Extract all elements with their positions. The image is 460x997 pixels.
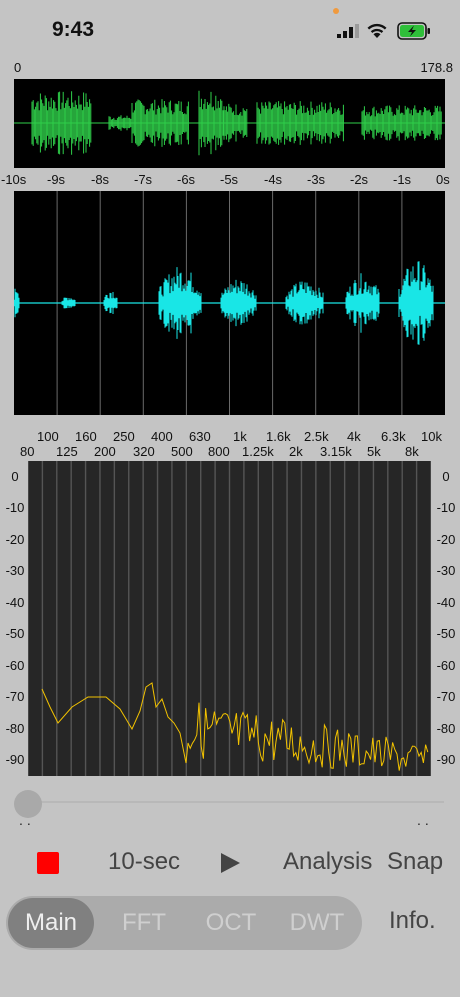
db-tick: -60: [436, 658, 456, 673]
freq-tick: 3.15k: [320, 444, 352, 459]
play-icon[interactable]: [219, 852, 241, 874]
freq-tick: 400: [151, 429, 173, 444]
overview-left-value: 0: [14, 60, 22, 75]
time-tick: -2s: [350, 172, 369, 187]
freq-tick: 1k: [233, 429, 247, 444]
scrub-slider-track[interactable]: [28, 801, 444, 803]
freq-tick: 125: [56, 444, 78, 459]
privacy-indicator: [333, 8, 339, 14]
freq-tick: 1.25k: [242, 444, 274, 459]
freq-tick: 10k: [421, 429, 442, 444]
freq-tick: 6.3k: [381, 429, 406, 444]
time-tick: -6s: [177, 172, 196, 187]
freq-tick: 2k: [289, 444, 303, 459]
tab-dwt[interactable]: DWT: [274, 896, 360, 950]
tab-fft[interactable]: FFT: [101, 896, 187, 950]
freq-tick: 160: [75, 429, 97, 444]
freq-tick: 320: [133, 444, 155, 459]
spectrum-analyzer[interactable]: [28, 461, 431, 776]
db-tick: -40: [5, 595, 25, 610]
db-tick: 0: [11, 469, 19, 484]
analysis-button[interactable]: Analysis: [283, 848, 372, 876]
time-tick: -5s: [220, 172, 239, 187]
duration-button[interactable]: 10-sec: [108, 848, 180, 876]
freq-tick: 200: [94, 444, 116, 459]
freq-tick: 5k: [367, 444, 381, 459]
time-tick: -9s: [47, 172, 66, 187]
db-tick: -60: [5, 658, 25, 673]
status-bar: 9:43: [0, 0, 460, 60]
freq-tick: 1.6k: [266, 429, 291, 444]
waveform-scope[interactable]: [14, 191, 445, 415]
db-tick: -80: [436, 721, 456, 736]
db-tick: -40: [436, 595, 456, 610]
db-tick: -70: [5, 689, 25, 704]
time-tick: -4s: [264, 172, 283, 187]
db-tick: -70: [436, 689, 456, 704]
right-dots: ..: [417, 812, 433, 828]
freq-tick: 250: [113, 429, 135, 444]
tab-oct[interactable]: OCT: [188, 896, 274, 950]
snap-button[interactable]: Snap: [387, 848, 443, 876]
info-button[interactable]: Info.: [389, 907, 436, 935]
time-tick: -10s: [1, 172, 27, 187]
cellular-signal-icon: [337, 24, 359, 38]
db-tick: -50: [5, 626, 25, 641]
freq-tick: 630: [189, 429, 211, 444]
tab-main[interactable]: Main: [8, 898, 94, 948]
db-tick: 0: [442, 469, 450, 484]
db-tick: -30: [436, 563, 456, 578]
time-tick: -1s: [393, 172, 412, 187]
freq-tick: 800: [208, 444, 230, 459]
db-tick: -20: [5, 532, 25, 547]
left-dots: ..: [19, 812, 35, 828]
status-time: 9:43: [52, 18, 95, 41]
freq-tick: 8k: [405, 444, 419, 459]
db-tick: -30: [5, 563, 25, 578]
battery-charging-icon: [397, 22, 430, 40]
db-tick: -90: [436, 752, 456, 767]
db-tick: -50: [436, 626, 456, 641]
time-tick: -7s: [134, 172, 153, 187]
freq-tick: 4k: [347, 429, 361, 444]
mode-tabs: Main FFT OCT DWT: [6, 896, 362, 950]
time-tick: 0s: [436, 172, 450, 187]
freq-tick: 2.5k: [304, 429, 329, 444]
db-tick: -90: [5, 752, 25, 767]
time-tick: -8s: [91, 172, 110, 187]
db-tick: -20: [436, 532, 456, 547]
time-tick: -3s: [307, 172, 326, 187]
overview-right-value: 178.8: [420, 60, 453, 75]
stop-square-icon[interactable]: [37, 852, 59, 874]
freq-tick: 80: [20, 444, 35, 459]
freq-tick: 100: [37, 429, 59, 444]
waveform-overview[interactable]: [14, 79, 445, 168]
db-tick: -10: [5, 500, 25, 515]
db-tick: -10: [436, 500, 456, 515]
freq-tick: 500: [171, 444, 193, 459]
wifi-icon: [367, 23, 387, 38]
db-tick: -80: [5, 721, 25, 736]
